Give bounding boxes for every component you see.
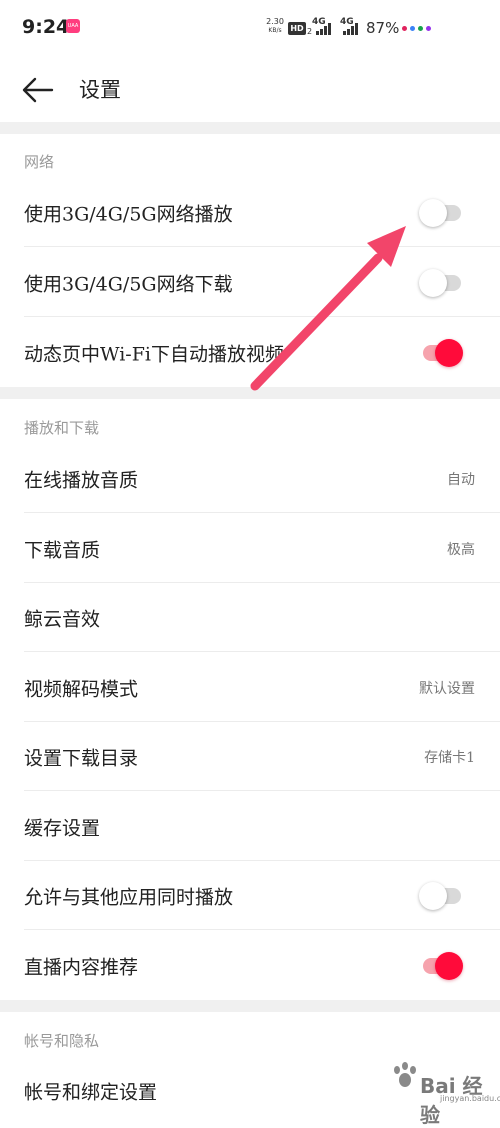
back-arrow-icon xyxy=(22,77,54,103)
section-title-account: 帐号和隐私 xyxy=(24,1032,100,1050)
dot-icon xyxy=(426,26,431,31)
back-button[interactable] xyxy=(18,70,58,110)
setting-row-download-quality[interactable]: 下载音质 极高 xyxy=(0,514,500,583)
watermark-sub: jingyan.baidu.com xyxy=(440,1094,500,1103)
setting-label: 鲸云音效 xyxy=(24,608,101,630)
row-separator xyxy=(24,316,500,317)
setting-row-online-quality[interactable]: 在线播放音质 自动 xyxy=(0,444,500,513)
toggle-mobile-play[interactable] xyxy=(419,198,463,227)
row-separator xyxy=(24,790,500,791)
hd-voice-icon: HD xyxy=(288,22,306,35)
setting-value: 自动 xyxy=(447,471,475,488)
toggle-mobile-download[interactable] xyxy=(419,268,463,297)
setting-value: 存储卡1 xyxy=(424,749,475,766)
setting-label: 使用3G/4G/5G网络播放 xyxy=(24,203,233,225)
toggle-knob xyxy=(435,951,463,980)
app-header: 设置 xyxy=(0,58,500,122)
setting-row-video-decode[interactable]: 视频解码模式 默认设置 xyxy=(0,653,500,722)
section-title-playback: 播放和下载 xyxy=(24,419,100,437)
setting-label: 帐号和绑定设置 xyxy=(24,1081,158,1103)
setting-row-mobile-download[interactable]: 使用3G/4G/5G网络下载 xyxy=(0,248,500,317)
setting-row-cache[interactable]: 缓存设置 xyxy=(0,792,500,861)
dot-icon xyxy=(402,26,407,31)
row-separator xyxy=(24,929,500,930)
setting-row-mobile-play[interactable]: 使用3G/4G/5G网络播放 xyxy=(0,178,500,247)
row-separator xyxy=(24,651,500,652)
setting-label: 动态页中Wi-Fi下自动播放视频 xyxy=(24,343,284,365)
status-time: 9:24 xyxy=(22,16,70,38)
setting-value: 极高 xyxy=(447,541,475,558)
toggle-knob xyxy=(419,268,447,297)
toggle-wifi-autoplay[interactable] xyxy=(419,338,463,367)
setting-label: 视频解码模式 xyxy=(24,678,139,700)
section-title-network: 网络 xyxy=(24,153,55,171)
dot-icon xyxy=(418,26,423,31)
section-divider xyxy=(0,387,500,399)
row-separator xyxy=(24,246,500,247)
toggle-mix-playback[interactable] xyxy=(419,881,463,910)
setting-label: 设置下载目录 xyxy=(24,747,139,769)
page-title: 设置 xyxy=(79,78,121,102)
setting-row-mix-playback[interactable]: 允许与其他应用同时播放 xyxy=(0,861,500,930)
toggle-live-recommend[interactable] xyxy=(419,951,463,980)
setting-row-wifi-autoplay[interactable]: 动态页中Wi-Fi下自动播放视频 xyxy=(0,318,500,387)
setting-label: 下载音质 xyxy=(24,539,101,561)
battery-level: 87% xyxy=(366,19,400,37)
signal-bars-1-icon xyxy=(316,22,331,35)
setting-label: 直播内容推荐 xyxy=(24,956,139,978)
setting-label: 使用3G/4G/5G网络下载 xyxy=(24,273,233,295)
signal-bars-2-icon xyxy=(343,22,358,35)
status-bar: 9:24 UAA 2.30 KB/s HD 2 4G 4G 87% xyxy=(0,0,500,58)
row-separator xyxy=(24,512,500,513)
network-speed: 2.30 KB/s xyxy=(262,17,288,35)
toggle-knob xyxy=(435,338,463,367)
notification-dots-icon xyxy=(402,26,431,31)
section-divider xyxy=(0,122,500,134)
network-speed-unit: KB/s xyxy=(268,27,282,34)
toggle-knob xyxy=(419,881,447,910)
app-notification-icon: UAA xyxy=(66,19,80,33)
setting-label: 允许与其他应用同时播放 xyxy=(24,886,234,908)
section-divider xyxy=(0,1000,500,1012)
dot-icon xyxy=(410,26,415,31)
setting-row-live-recommend[interactable]: 直播内容推荐 xyxy=(0,931,500,1000)
toggle-knob xyxy=(419,198,447,227)
setting-row-sound-effects[interactable]: 鲸云音效 xyxy=(0,583,500,652)
hd-voice-sub: 2 xyxy=(307,27,313,36)
setting-label: 缓存设置 xyxy=(24,817,101,839)
setting-row-download-dir[interactable]: 设置下载目录 存储卡1 xyxy=(0,722,500,791)
setting-value: 默认设置 xyxy=(419,680,475,697)
setting-label: 在线播放音质 xyxy=(24,469,139,491)
network-speed-value: 2.30 xyxy=(266,17,284,26)
